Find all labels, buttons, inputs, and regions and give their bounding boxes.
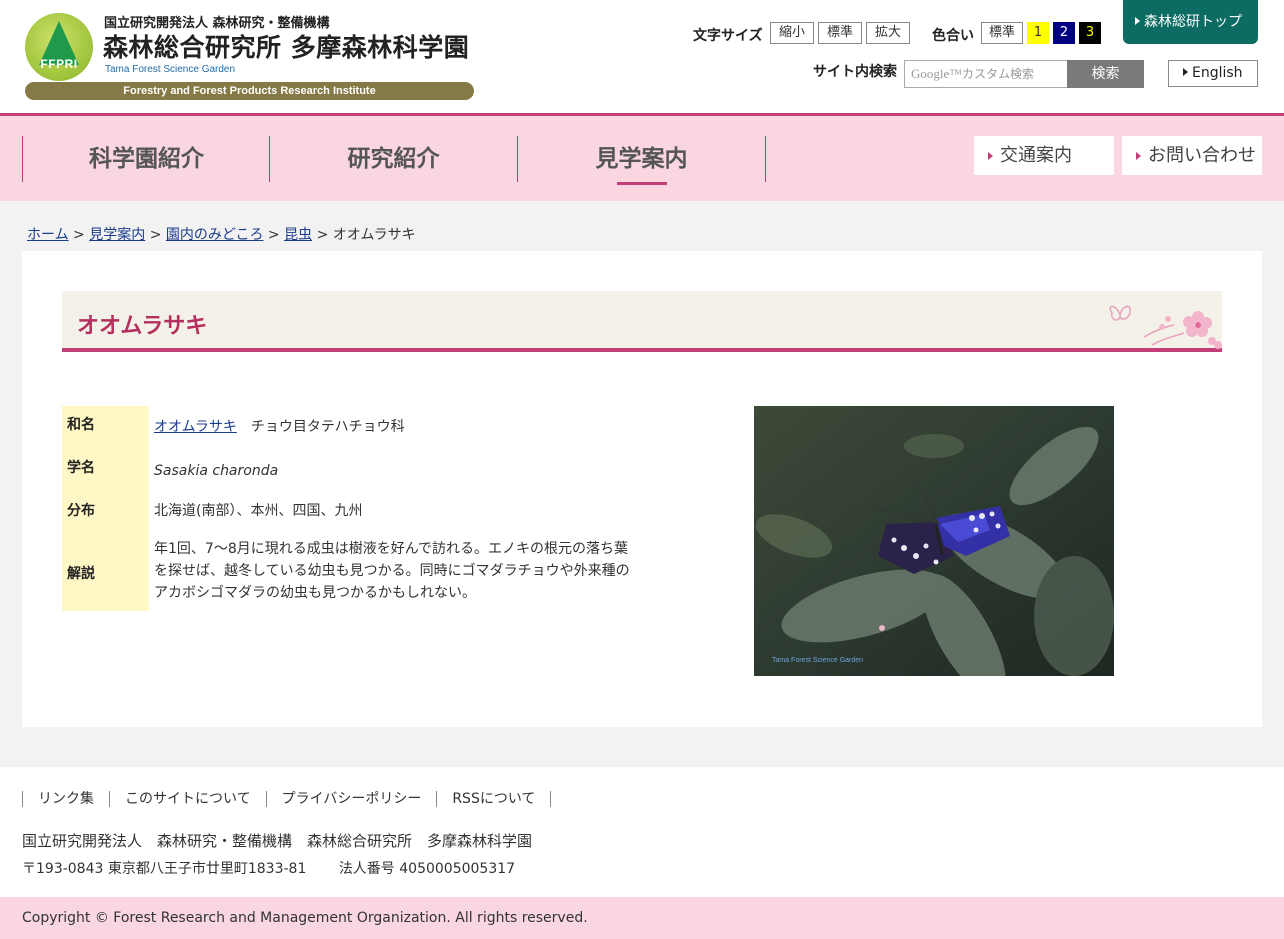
footer-divider [550, 791, 552, 807]
wamei-label: 和名 [62, 406, 149, 449]
site-footer: リンク集 このサイトについて プライバシーポリシー RSSについて 国立研究開発… [0, 767, 1284, 897]
wamei-cell: オオムラサキ チョウ目タテハチョウ科 [149, 406, 642, 449]
color-label: 色合い [932, 28, 974, 44]
color-1-button[interactable]: 1 [1027, 22, 1049, 44]
top-link-label: 森林総研トップ [1144, 14, 1242, 30]
nav-divider [765, 136, 766, 182]
nav-item-research[interactable]: 研究紹介 [269, 136, 517, 182]
footer-address: 〒193-0843 東京都八王子市廿里町1833-81 法人番号 4050005… [22, 858, 515, 878]
footer-link-about[interactable]: このサイトについて [109, 791, 266, 807]
wamei-order: チョウ目タテハチョウ科 [250, 419, 405, 435]
gakumei-label: 学名 [62, 449, 149, 492]
font-size-large-button[interactable]: 拡大 [866, 22, 910, 44]
photo-caption: Tama Forest Science Garden [772, 657, 863, 664]
institute-banner: Forestry and Forest Products Research In… [25, 82, 474, 100]
nav-active-indicator [617, 182, 667, 185]
kaisetsu-label: 解説 [62, 534, 149, 611]
font-size-label: 文字サイズ [693, 28, 763, 44]
species-info-table: 和名 オオムラサキ チョウ目タテハチョウ科 学名 Sasakia charond… [62, 406, 642, 612]
breadcrumb-separator: > [149, 227, 162, 243]
nav-item-garden-intro[interactable]: 科学園紹介 [22, 136, 270, 182]
content-panel: オオムラサキ 和名 オオムラサキ チョウ目タテハチョウ科 学名 Sasakia … [22, 251, 1262, 727]
table-row: 学名 Sasakia charonda [62, 449, 642, 492]
access-button[interactable]: 交通案内 [974, 136, 1114, 175]
breadcrumb-home[interactable]: ホーム [27, 227, 69, 243]
arrow-right-icon [988, 152, 993, 160]
butterfly-photo: Tama Forest Science Garden [754, 406, 1114, 676]
footer-link-links[interactable]: リンク集 [22, 791, 109, 807]
footer-link-rss[interactable]: RSSについて [436, 791, 550, 807]
search-label: サイト内検索 [813, 64, 897, 80]
nav-item-visit[interactable]: 見学案内 [517, 136, 765, 182]
font-size-normal-button[interactable]: 標準 [818, 22, 862, 44]
global-nav: 科学園紹介 研究紹介 見学案内 交通案内 お問い合わせ [0, 113, 1284, 201]
description: 年1回、7～8月に現れる成虫は樹液を好んで訪れる。エノキの根元の落ち葉を探せば、… [154, 541, 630, 601]
arrow-right-icon [1135, 17, 1140, 25]
color-standard-button[interactable]: 標準 [981, 22, 1023, 44]
font-size-small-button[interactable]: 縮小 [770, 22, 814, 44]
copyright: Copyright © Forest Research and Manageme… [0, 897, 1284, 939]
english-button[interactable]: English [1168, 60, 1258, 87]
search-placeholder: カスタム検索 [962, 67, 1035, 81]
color-2-button[interactable]: 2 [1053, 22, 1075, 44]
butterfly-photo-image: Tama Forest Science Garden [754, 406, 1114, 676]
scientific-name: Sasakia charonda [154, 463, 279, 479]
site-header: FFPRI 国立研究開発法人 森林研究・整備機構 森林総合研究所 多摩森林科学園… [0, 0, 1284, 113]
table-row: 解説 年1回、7～8月に現れる成虫は樹液を好んで訪れる。エノキの根元の落ち葉を探… [62, 534, 642, 612]
breadcrumb-separator: > [267, 227, 280, 243]
logo-mark-text: FFPRI [40, 57, 78, 71]
page-title: オオムラサキ [77, 314, 208, 339]
color-3-button[interactable]: 3 [1079, 22, 1101, 44]
page-title-box: オオムラサキ [62, 291, 1222, 352]
breadcrumb-separator: > [73, 227, 85, 243]
footer-postal-address: 〒193-0843 東京都八王子市廿里町1833-81 [22, 861, 307, 877]
search-input[interactable]: Google™カスタム検索 [904, 60, 1068, 88]
search-button[interactable]: 検索 [1067, 60, 1144, 88]
arrow-right-icon [1136, 152, 1141, 160]
english-label: English [1192, 65, 1243, 81]
table-row: 和名 オオムラサキ チョウ目タテハチョウ科 [62, 406, 642, 449]
contact-label: お問い合わせ [1148, 145, 1256, 166]
butterfly-flower-decoration-icon [1109, 305, 1222, 349]
distribution: 北海道(南部）、本州、四国、九州 [154, 503, 363, 519]
breadcrumb-visit[interactable]: 見学案内 [89, 227, 145, 243]
wamei-link[interactable]: オオムラサキ [154, 419, 237, 435]
ffpri-logo[interactable]: FFPRI [25, 13, 93, 81]
access-label: 交通案内 [1000, 145, 1072, 166]
bunpu-label: 分布 [62, 492, 149, 534]
table-row: 分布 北海道(南部）、本州、四国、九州 [62, 492, 642, 534]
footer-links: リンク集 このサイトについて プライバシーポリシー RSSについて [22, 791, 552, 807]
footer-link-privacy[interactable]: プライバシーポリシー [265, 791, 437, 807]
breadcrumb-insects[interactable]: 昆虫 [284, 227, 312, 243]
footer-corp-number: 法人番号 4050005005317 [338, 861, 516, 877]
breadcrumb-current: オオムラサキ [332, 227, 416, 243]
site-name-en: Tama Forest Science Garden [105, 64, 236, 75]
ffpri-top-link[interactable]: 森林総研トップ [1123, 0, 1258, 44]
breadcrumb-highlights[interactable]: 園内のみどころ [166, 227, 264, 243]
breadcrumb: ホーム > 見学案内 > 園内のみどころ > 昆虫 > オオムラサキ [27, 224, 416, 244]
arrow-right-icon [1183, 68, 1188, 76]
google-brand: Google™ [911, 66, 963, 81]
footer-org: 国立研究開発法人 森林研究・整備機構 森林総合研究所 多摩森林科学園 [22, 832, 533, 850]
contact-button[interactable]: お問い合わせ [1122, 136, 1262, 175]
site-name[interactable]: 森林総合研究所 多摩森林科学園 [103, 28, 469, 64]
breadcrumb-separator: > [316, 227, 329, 243]
